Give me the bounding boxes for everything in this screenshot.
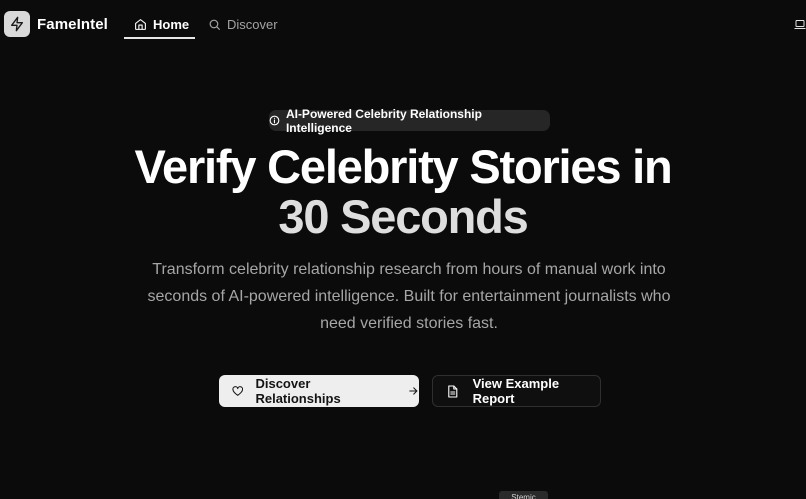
page: FameIntel Home Discover AI-Powered Celeb… (0, 0, 806, 499)
hero-title-line-1: Verify Celebrity Stories in (134, 140, 672, 193)
lightning-bolt-icon (11, 16, 23, 32)
active-tab-indicator (124, 37, 195, 39)
heart-icon (232, 385, 244, 396)
nav-discover-label: Discover (227, 16, 278, 32)
nav-discover-tab[interactable]: Discover (208, 11, 278, 37)
document-icon (448, 384, 458, 398)
view-example-report-label: View Example Report (472, 376, 560, 406)
discover-relationships-label: Discover Relationships (255, 376, 341, 406)
nav-home-label: Home (153, 16, 190, 32)
info-icon (269, 115, 280, 126)
hero-badge: AI-Powered Celebrity Relationship Intell… (269, 107, 550, 135)
discover-relationships-button[interactable]: Discover Relationships (219, 375, 419, 407)
brand-name[interactable]: FameIntel (37, 16, 108, 33)
home-icon (135, 18, 146, 30)
search-icon (209, 19, 220, 30)
view-example-report-button[interactable]: View Example Report (432, 375, 601, 407)
hero-title: Verify Celebrity Stories in 30 Seconds (0, 142, 806, 242)
top-navbar: FameIntel Home Discover (0, 0, 806, 50)
laptop-icon[interactable] (794, 19, 806, 30)
bottom-section-tag: Stemic (499, 491, 548, 499)
logo-badge[interactable] (4, 11, 30, 37)
nav-home-tab[interactable]: Home (124, 11, 195, 37)
arrow-right-icon (409, 387, 418, 395)
hero-badge-label: AI-Powered Celebrity Relationship Intell… (285, 106, 482, 135)
hero-subtitle: Transform celebrity relationship researc… (147, 261, 671, 332)
hero-title-line-2: 30 Seconds (278, 190, 528, 243)
